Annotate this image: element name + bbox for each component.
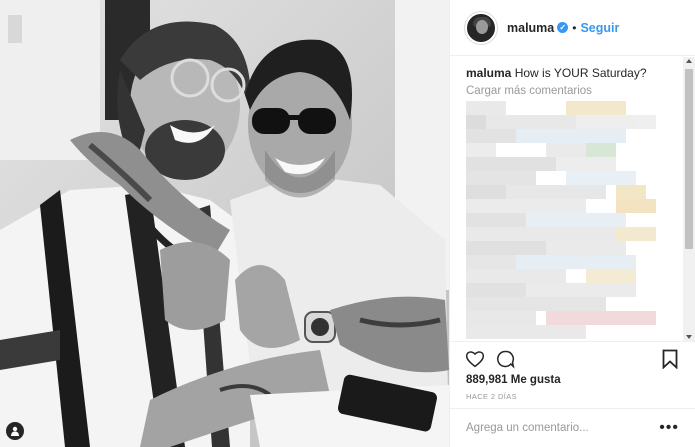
more-options-button[interactable]: ••• xyxy=(659,419,679,437)
post-side-panel: maluma ✓ • Seguir maluma How is YOUR Sat… xyxy=(449,0,695,447)
instagram-post-view: maluma ✓ • Seguir maluma How is YOUR Sat… xyxy=(0,0,695,447)
person-tag-icon[interactable] xyxy=(6,422,24,440)
verified-badge-icon: ✓ xyxy=(557,22,569,33)
likes-count[interactable]: 889,981 Me gusta xyxy=(466,374,561,386)
blurred-comments-pixelated xyxy=(466,101,656,339)
comments-scrollbar[interactable] xyxy=(683,57,695,341)
bookmark-glyph xyxy=(662,349,678,369)
load-more-comments-button[interactable]: Cargar más comentarios xyxy=(466,85,679,97)
avatar[interactable] xyxy=(465,11,497,44)
post-photo-illustration xyxy=(0,0,449,447)
heart-icon[interactable] xyxy=(464,348,486,370)
caption-username[interactable]: maluma xyxy=(466,66,511,80)
comment-bubble-icon[interactable] xyxy=(494,348,516,370)
separator-dot: • xyxy=(572,20,577,35)
post-timestamp[interactable]: HACE 2 DÍAS xyxy=(466,392,517,401)
heart-glyph xyxy=(465,350,485,367)
scroll-thumb[interactable] xyxy=(685,69,693,249)
comment-glyph xyxy=(497,350,515,369)
bookmark-icon[interactable] xyxy=(659,348,681,370)
post-header: maluma ✓ • Seguir xyxy=(450,0,695,56)
caption-text: How is YOUR Saturday? xyxy=(514,66,647,80)
comments-list[interactable]: maluma How is YOUR Saturday? Cargar más … xyxy=(450,57,695,341)
username-link[interactable]: maluma xyxy=(507,21,554,35)
post-caption: maluma How is YOUR Saturday? xyxy=(466,65,679,81)
follow-button[interactable]: Seguir xyxy=(580,21,619,35)
scroll-down-arrow-icon[interactable] xyxy=(686,335,692,339)
avatar-face xyxy=(476,19,488,34)
comment-input[interactable] xyxy=(466,422,660,434)
person-glyph xyxy=(11,426,19,436)
post-photo[interactable] xyxy=(0,0,449,447)
add-comment-bar: ••• xyxy=(450,408,695,447)
scroll-up-arrow-icon[interactable] xyxy=(686,59,692,63)
post-actions-bar xyxy=(450,341,695,375)
